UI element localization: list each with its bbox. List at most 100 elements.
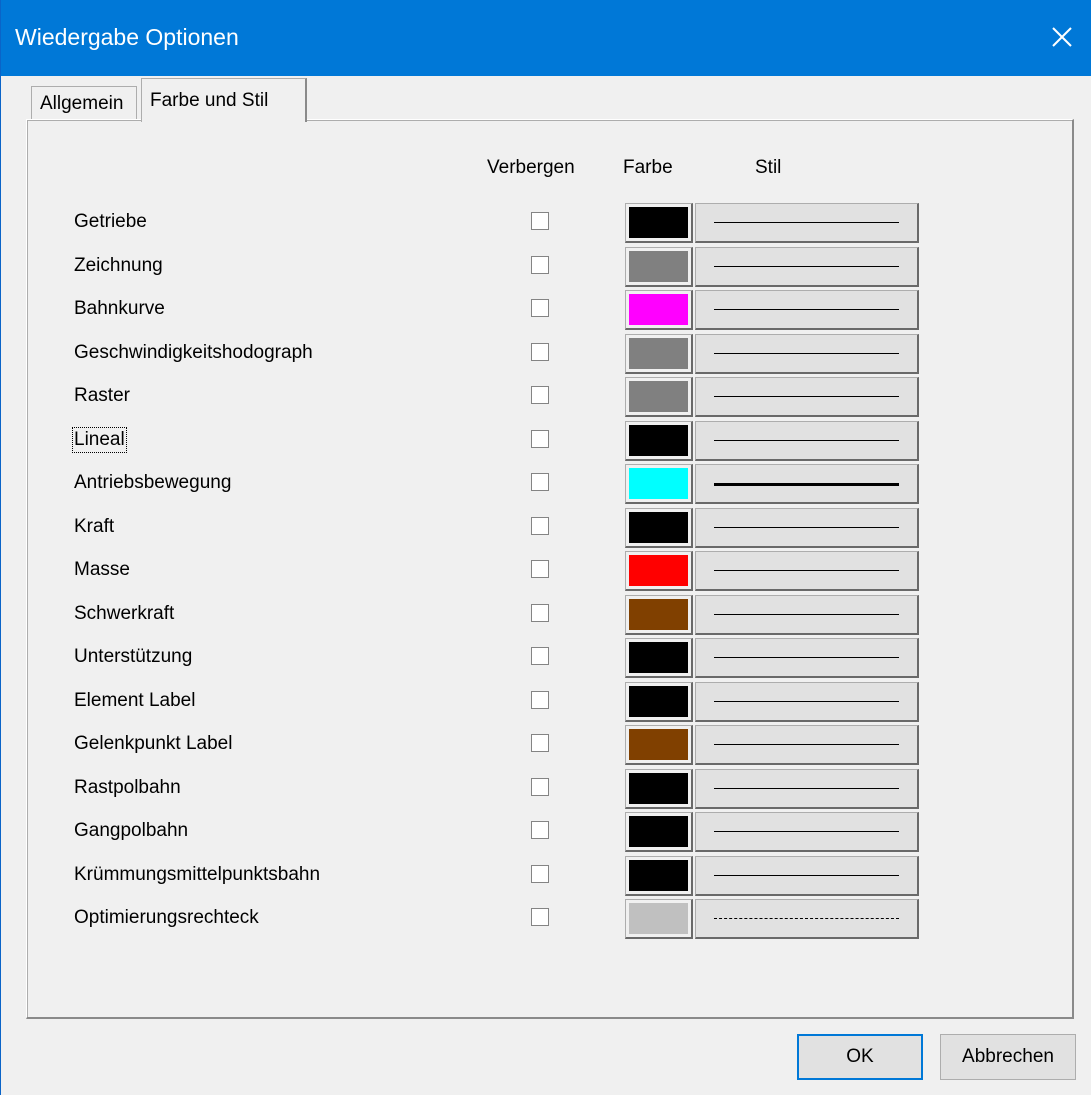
line-style-preview (714, 222, 899, 223)
style-button[interactable] (695, 725, 919, 765)
row-label: Getriebe (74, 211, 147, 232)
style-button[interactable] (695, 508, 919, 548)
hide-checkbox[interactable] (531, 256, 549, 274)
tab-panel: Verbergen Farbe Stil Getriebe Zeichnung Ba… (26, 119, 1074, 1019)
color-button[interactable] (625, 203, 693, 243)
column-header-color: Farbe (623, 157, 673, 178)
color-swatch (629, 381, 688, 412)
color-swatch (629, 294, 688, 325)
line-style-preview (714, 309, 899, 310)
hide-checkbox[interactable] (531, 473, 549, 491)
color-button[interactable] (625, 856, 693, 896)
color-swatch (629, 512, 688, 543)
row-label: Zeichnung (74, 255, 163, 276)
style-button[interactable] (695, 203, 919, 243)
style-button[interactable] (695, 899, 919, 939)
color-button[interactable] (625, 812, 693, 852)
hide-checkbox[interactable] (531, 212, 549, 230)
style-button[interactable] (695, 334, 919, 374)
line-style-preview (714, 701, 899, 702)
style-button[interactable] (695, 595, 919, 635)
column-header-hide: Verbergen (487, 157, 575, 178)
row-label: Optimierungsrechteck (74, 907, 259, 928)
hide-checkbox[interactable] (531, 430, 549, 448)
style-button[interactable] (695, 290, 919, 330)
row-label: Lineal (72, 427, 127, 453)
title-bar[interactable]: Wiedergabe Optionen (1, 0, 1091, 76)
color-button[interactable] (625, 682, 693, 722)
style-button[interactable] (695, 812, 919, 852)
color-button[interactable] (625, 899, 693, 939)
color-swatch (629, 686, 688, 717)
tab-farbe-und-stil[interactable]: Farbe und Stil (141, 78, 307, 122)
color-button[interactable] (625, 638, 693, 678)
color-swatch (629, 599, 688, 630)
hide-checkbox[interactable] (531, 517, 549, 535)
style-button[interactable] (695, 682, 919, 722)
tab-allgemein[interactable]: Allgemein (31, 86, 137, 120)
row-label: Schwerkraft (74, 603, 175, 624)
ok-button[interactable]: OK (797, 1034, 923, 1080)
color-button[interactable] (625, 725, 693, 765)
color-button[interactable] (625, 508, 693, 548)
hide-checkbox[interactable] (531, 908, 549, 926)
color-swatch (629, 903, 688, 934)
color-swatch (629, 207, 688, 238)
hide-checkbox[interactable] (531, 604, 549, 622)
style-button[interactable] (695, 856, 919, 896)
line-style-preview (714, 788, 899, 789)
line-style-preview (714, 614, 899, 615)
hide-checkbox[interactable] (531, 560, 549, 578)
line-style-preview (714, 396, 899, 397)
color-button[interactable] (625, 377, 693, 417)
display-options-dialog: Wiedergabe Optionen Allgemein Farbe und … (0, 0, 1091, 1095)
color-button[interactable] (625, 334, 693, 374)
style-button[interactable] (695, 421, 919, 461)
hide-checkbox[interactable] (531, 386, 549, 404)
color-swatch (629, 555, 688, 586)
color-swatch (629, 816, 688, 847)
line-style-preview (714, 266, 899, 267)
color-swatch (629, 773, 688, 804)
color-swatch (629, 642, 688, 673)
color-button[interactable] (625, 551, 693, 591)
hide-checkbox[interactable] (531, 734, 549, 752)
style-button[interactable] (695, 377, 919, 417)
color-button[interactable] (625, 464, 693, 504)
color-swatch (629, 425, 688, 456)
color-button[interactable] (625, 421, 693, 461)
color-swatch (629, 338, 688, 369)
row-label: Gangpolbahn (74, 820, 189, 841)
style-button[interactable] (695, 769, 919, 809)
hide-checkbox[interactable] (531, 691, 549, 709)
color-swatch (629, 729, 688, 760)
color-button[interactable] (625, 290, 693, 330)
hide-checkbox[interactable] (531, 778, 549, 796)
style-button[interactable] (695, 247, 919, 287)
line-style-preview (714, 918, 899, 919)
color-swatch (629, 468, 688, 499)
color-button[interactable] (625, 769, 693, 809)
color-button[interactable] (625, 247, 693, 287)
hide-checkbox[interactable] (531, 647, 549, 665)
hide-checkbox[interactable] (531, 865, 549, 883)
cancel-button[interactable]: Abbrechen (940, 1034, 1076, 1080)
row-label: Masse (74, 559, 130, 580)
style-button[interactable] (695, 551, 919, 591)
color-swatch (629, 251, 688, 282)
style-button[interactable] (695, 464, 919, 504)
line-style-preview (714, 483, 899, 486)
line-style-preview (714, 440, 899, 441)
close-button[interactable] (1038, 14, 1086, 60)
line-style-preview (714, 527, 899, 528)
row-label: Kraft (74, 516, 115, 537)
hide-checkbox[interactable] (531, 821, 549, 839)
hide-checkbox[interactable] (531, 343, 549, 361)
column-header-style: Stil (755, 157, 782, 178)
line-style-preview (714, 657, 899, 658)
color-button[interactable] (625, 595, 693, 635)
style-button[interactable] (695, 638, 919, 678)
line-style-preview (714, 875, 899, 876)
window-title: Wiedergabe Optionen (15, 24, 239, 50)
hide-checkbox[interactable] (531, 299, 549, 317)
